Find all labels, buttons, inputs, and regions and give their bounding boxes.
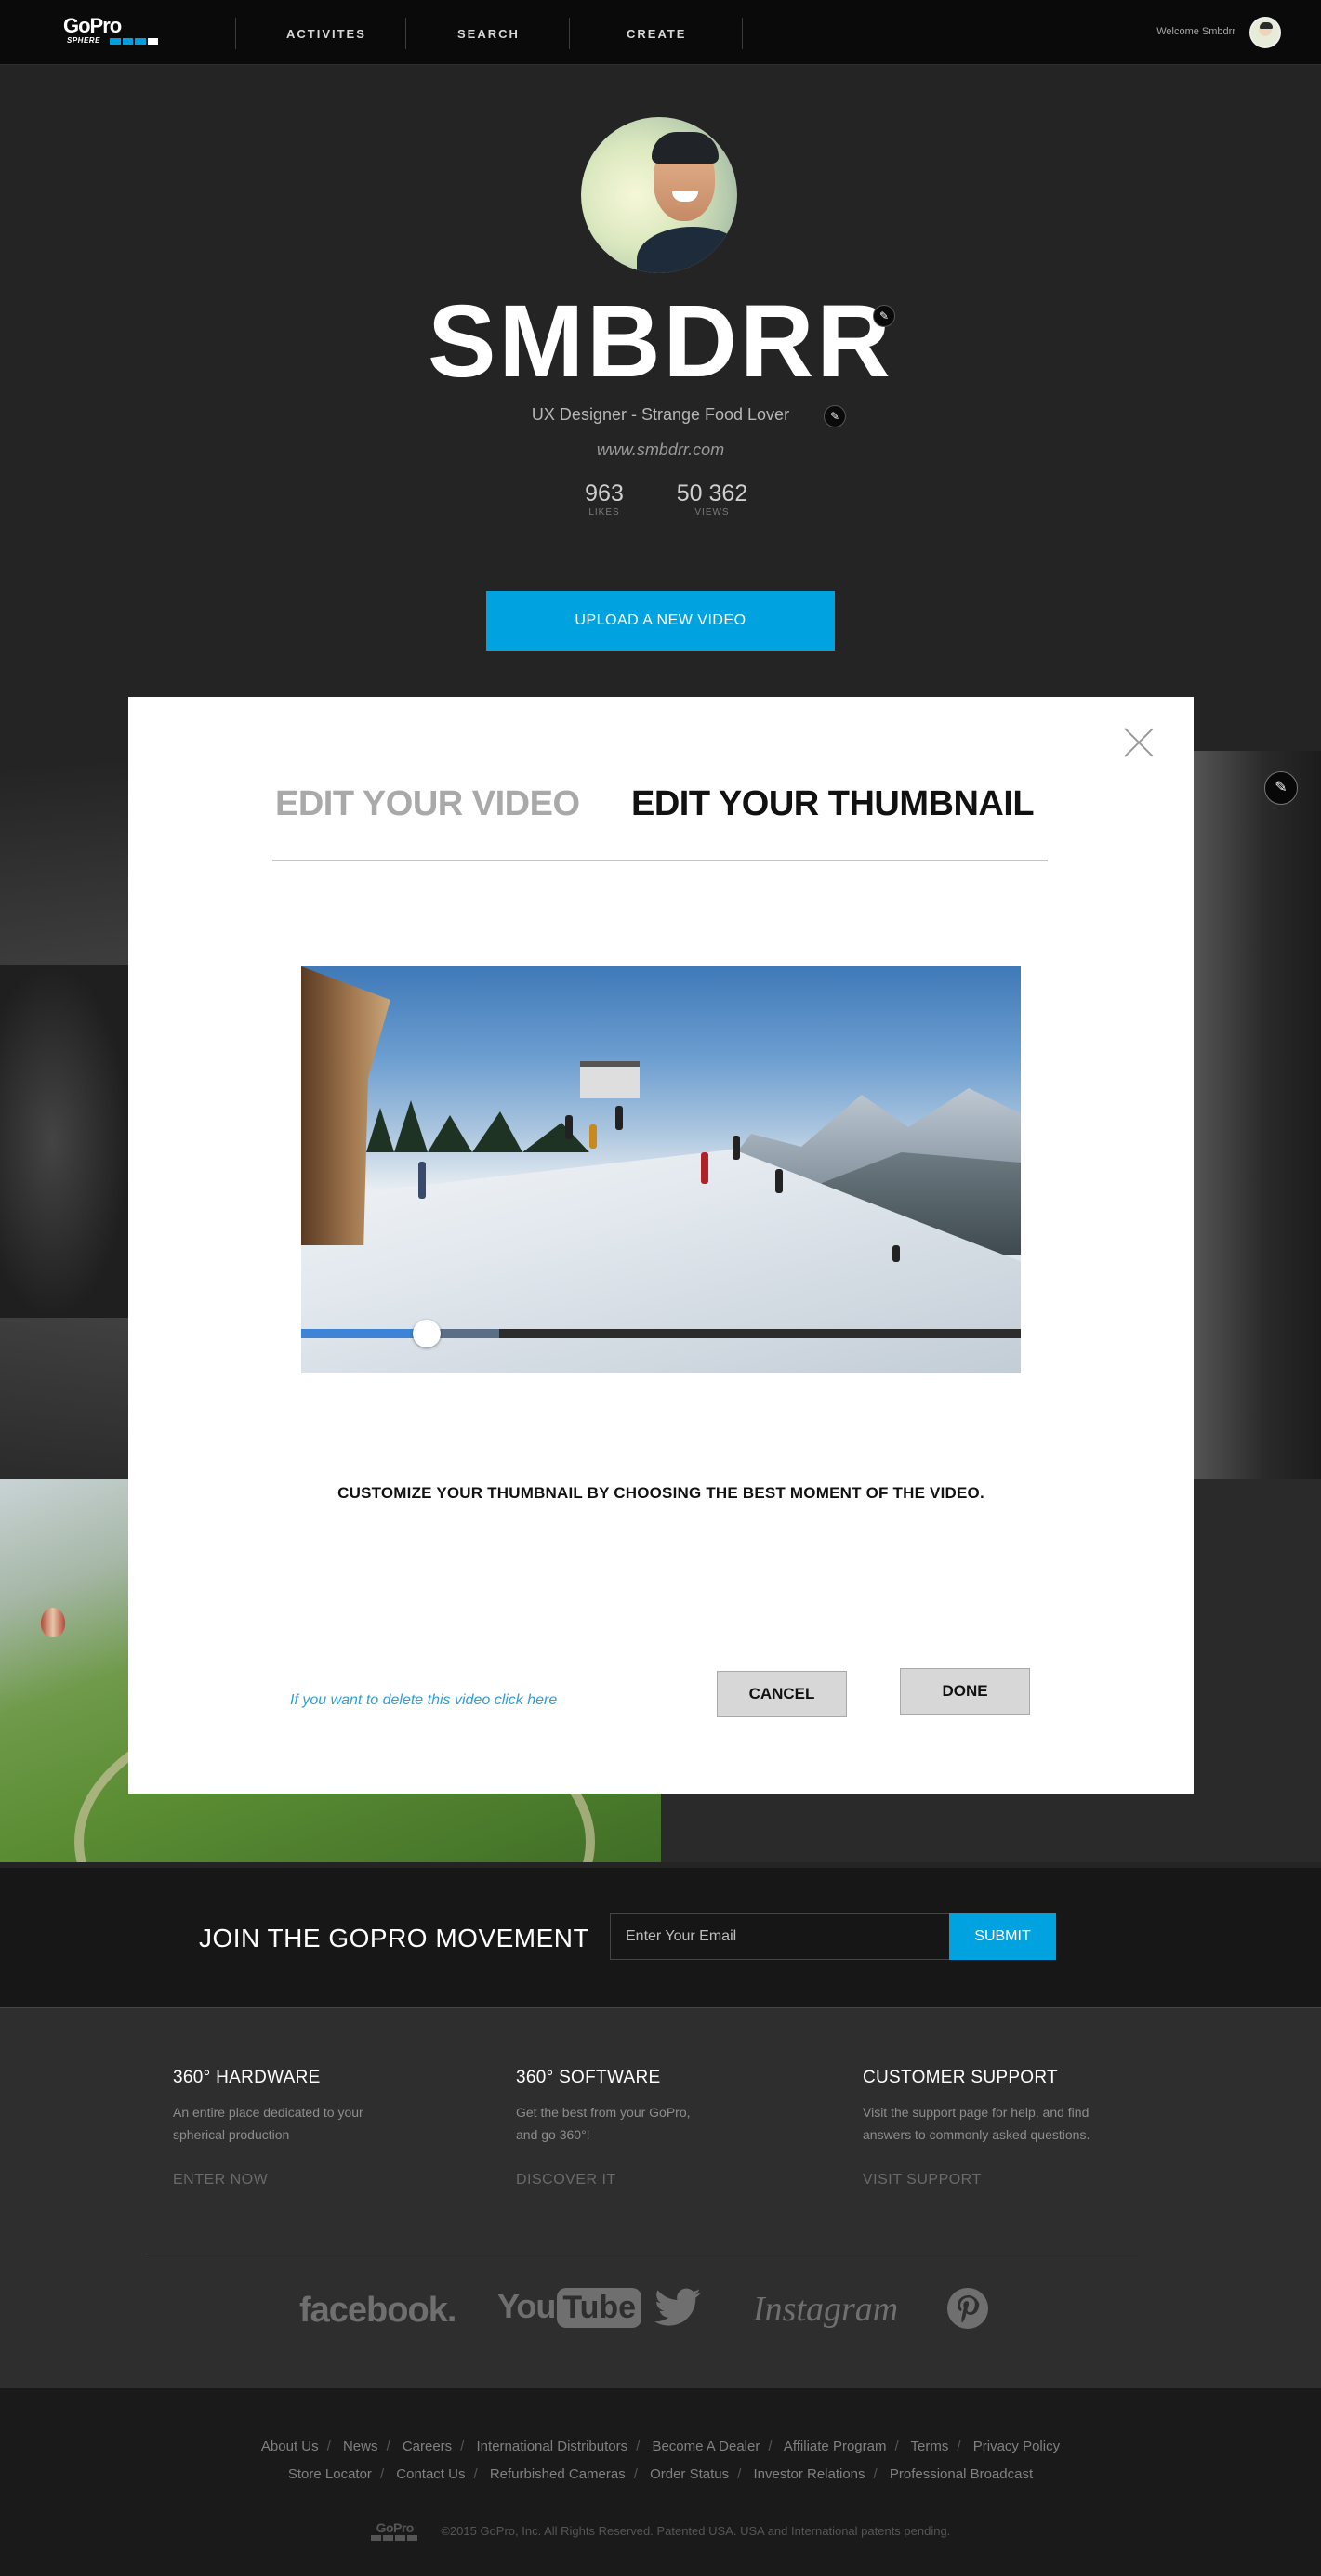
profile-avatar [581,117,737,273]
footer-column-title: 360° SOFTWARE [516,2068,661,2087]
delete-video-link[interactable]: If you want to delete this video click h… [290,1692,557,1709]
upload-video-button[interactable]: UPLOAD A NEW VIDEO [486,591,835,651]
footer-link[interactable]: Professional Broadcast [890,2466,1033,2482]
likes-count: 963 [585,480,624,506]
footer-link[interactable]: Order Status [650,2466,729,2482]
nav-link-create[interactable]: CREATE [627,27,686,41]
hot-air-balloon-icon [41,1608,65,1637]
copyright-line: GoPro ©2015 GoPro, Inc. All Rights Reser… [0,2521,1321,2541]
footer-link[interactable]: Careers [403,2438,452,2454]
footer-link[interactable]: Become A Dealer [652,2438,760,2454]
logo-bars [110,38,158,45]
scrubber-played [301,1329,428,1338]
newsletter-title: JOIN THE GOPRO MOVEMENT [199,1924,590,1952]
close-icon[interactable] [1123,727,1155,758]
nav-divider [405,18,406,49]
footer-column-title: CUSTOMER SUPPORT [863,2068,1058,2087]
footer-link[interactable]: About Us [261,2438,319,2454]
tab-edit-video[interactable]: EDIT YOUR VIDEO [275,784,580,824]
logo-sub: SPHERE [67,36,100,45]
views-count: 50 362 [676,480,748,506]
nav-divider [742,18,743,49]
done-button[interactable]: DONE [900,1668,1030,1715]
footer-column-software: 360° SOFTWARE Get the best from your GoP… [516,2068,739,2188]
tab-edit-thumbnail[interactable]: EDIT YOUR THUMBNAIL [631,784,1035,824]
pinterest-icon[interactable] [946,2287,989,2334]
footer-link[interactable]: Terms [911,2438,949,2454]
footer-link[interactable]: Privacy Policy [973,2438,1060,2454]
newsletter-section: JOIN THE GOPRO MOVEMENT Enter Your Email… [0,1868,1321,2007]
views-label: VIEWS [694,507,730,518]
footer-link[interactable]: Investor Relations [753,2466,865,2482]
footer-column-link[interactable]: VISIT SUPPORT [863,2172,1142,2188]
footer-column-link[interactable]: DISCOVER IT [516,2172,739,2188]
logo-wordmark: GoPro [63,14,122,37]
copyright-text: ©2015 GoPro, Inc. All Rights Reserved. P… [441,2523,951,2538]
instagram-icon[interactable]: Instagram [753,2289,898,2330]
likes-label: LIKES [588,507,620,518]
footer-bottom: About Us / News / Careers / International D… [0,2388,1321,2576]
cancel-button[interactable]: CANCEL [717,1671,847,1717]
video-thumbnail-preview[interactable] [301,966,1021,1373]
footer-link[interactable]: Store Locator [288,2466,372,2482]
footer-column-support: CUSTOMER SUPPORT Visit the support page … [863,2068,1142,2188]
edit-name-pencil-icon[interactable]: ✎ [873,305,895,327]
youtube-icon[interactable]: You Tube [497,2287,642,2328]
gopro-footer-logo: GoPro [370,2521,419,2541]
footer-column-desc: An entire place dedicated to your spheric… [173,2105,363,2142]
edit-bio-pencil-icon[interactable]: ✎ [824,405,846,427]
footer-column-desc: Get the best from your GoPro, and go 360°… [516,2105,691,2142]
footer-link[interactable]: Affiliate Program [784,2438,887,2454]
profile-name: SMBDRR [428,284,893,399]
footer-links-row-1: About Us / News / Careers / International D… [260,2438,1061,2454]
video-scrubber-track[interactable] [301,1329,1021,1338]
thumbnail-hint-text: CUSTOMIZE YOUR THUMBNAIL BY CHOOSING THE… [337,1484,984,1502]
views-stat: 50 362 VIEWS [666,480,759,518]
nav-link-search[interactable]: SEARCH [457,27,520,41]
top-navbar: GoPro SPHERE ACTIVITES SEARCH CREATE Wel… [0,0,1321,65]
profile-website[interactable]: www.smbdrr.com [0,440,1321,460]
welcome-text[interactable]: Welcome Smbdrr [1156,26,1235,37]
footer-column-desc: Visit the support page for help, and fin… [863,2105,1090,2142]
edit-thumbnail-modal: EDIT YOUR VIDEO EDIT YOUR THUMBNAIL CUST… [128,697,1194,1794]
footer-columns: 360° HARDWARE An entire place dedicated … [0,2007,1321,2388]
footer-link[interactable]: Refurbished Cameras [490,2466,626,2482]
footer-column-hardware: 360° HARDWARE An entire place dedicated … [173,2068,396,2188]
tab-underline [272,860,1048,861]
likes-stat: 963 LIKES [576,480,632,518]
submit-button[interactable]: SUBMIT [949,1913,1056,1960]
email-input[interactable]: Enter Your Email [610,1913,950,1960]
user-avatar[interactable] [1249,17,1281,48]
facebook-icon[interactable]: facebook. [299,2291,456,2331]
profile-bio: UX Designer - Strange Food Lover [531,405,790,424]
footer-link[interactable]: News [343,2438,378,2454]
nav-divider [235,18,236,49]
footer-link[interactable]: Contact Us [396,2466,465,2482]
video-edit-pencil-icon[interactable]: ✎ [1264,771,1298,805]
footer-column-title: 360° HARDWARE [173,2068,321,2087]
nav-divider [569,18,570,49]
footer-links-row-2: Store Locator / Contact Us / Refurbished C… [287,2466,1034,2482]
nav-link-activites[interactable]: ACTIVITES [286,27,366,41]
gopro-sphere-logo[interactable]: GoPro SPHERE [63,14,164,48]
twitter-bird-icon[interactable] [653,2287,703,2334]
footer-column-link[interactable]: ENTER NOW [173,2172,396,2188]
footer-link[interactable]: International Distributors [477,2438,628,2454]
